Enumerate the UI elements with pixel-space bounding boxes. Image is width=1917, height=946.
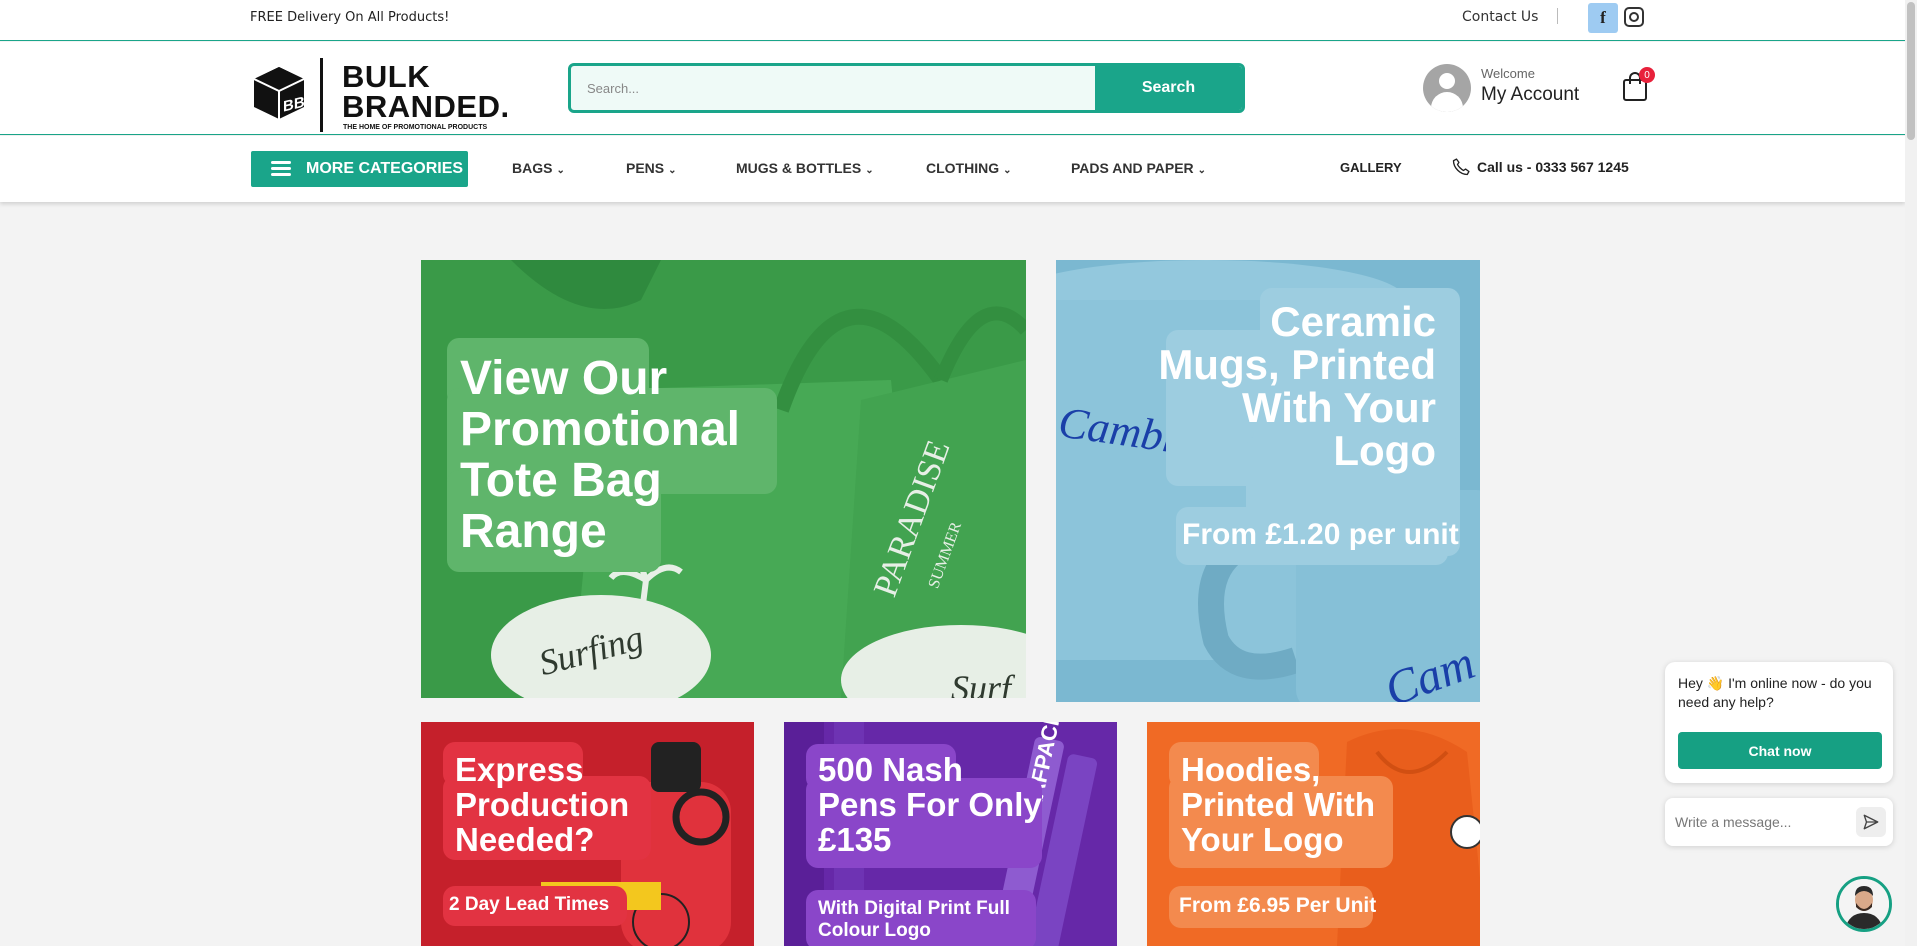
- logo-cube-icon: BB: [253, 67, 305, 119]
- chevron-down-icon: ⌄: [556, 165, 565, 176]
- hoodies-price-text: From £6.95 Per Unit: [1179, 894, 1377, 917]
- chat-input-box: [1665, 798, 1893, 846]
- hamburger-icon: [271, 161, 291, 177]
- instagram-icon[interactable]: [1624, 7, 1644, 27]
- send-icon[interactable]: [1856, 807, 1886, 837]
- chat-now-button[interactable]: Chat now: [1678, 732, 1882, 769]
- nav-item-mugs-bottles[interactable]: MUGS & BOTTLES ⌄: [736, 160, 874, 176]
- chat-popup: Hey 👋 I'm online now - do you need any h…: [1665, 662, 1893, 783]
- search-button[interactable]: Search: [1095, 66, 1242, 110]
- express-banner-heading: Express Production Needed?: [455, 751, 630, 858]
- chevron-down-icon: ⌄: [1197, 165, 1207, 176]
- top-bar: FREE Delivery On All Products! Contact U…: [0, 0, 1905, 41]
- logo-text-line1: BULK: [342, 59, 431, 94]
- chat-message: Hey 👋 I'm online now - do you need any h…: [1678, 675, 1872, 710]
- phone-icon: [1452, 158, 1470, 176]
- express-lead-times: 2 Day Lead Times: [449, 894, 610, 915]
- cart-count-badge: 0: [1639, 67, 1655, 83]
- my-account-text: My Account: [1481, 84, 1580, 105]
- more-categories-label: MORE CATEGORIES: [306, 160, 464, 177]
- site-logo[interactable]: BB BULK BRANDED. THE HOME OF PROMOTIONAL…: [250, 50, 509, 132]
- nav-item-pads-paper[interactable]: PADS AND PAPER ⌄: [1071, 160, 1206, 176]
- chevron-down-icon: ⌄: [1003, 165, 1012, 176]
- hoodies-banner-heading: Hoodies, Printed With Your Logo: [1181, 751, 1376, 858]
- express-production-banner[interactable]: Express Production Needed? 2 Day Lead Ti…: [421, 722, 754, 946]
- mugs-price-text: From £1.20 per unit: [1182, 518, 1459, 551]
- cart-button[interactable]: 0: [1622, 67, 1655, 102]
- free-delivery-text: FREE Delivery On All Products!: [250, 10, 450, 25]
- tote-bag-banner[interactable]: Surfing Surf PARADISE SUMMER View Our Pr…: [421, 260, 1026, 698]
- main-nav: MORE CATEGORIES BAGS ⌄ PENS ⌄ MUGS & BOTTL…: [0, 136, 1905, 202]
- logo-divider: [320, 58, 323, 132]
- chevron-down-icon: ⌄: [668, 165, 677, 176]
- more-categories-button[interactable]: MORE CATEGORIES: [251, 151, 468, 187]
- search-input[interactable]: [571, 66, 1098, 110]
- ceramic-mugs-banner[interactable]: Cambridge Cam Ceramic Mugs, Printed With…: [1056, 260, 1480, 702]
- search-bar: Search: [568, 63, 1245, 113]
- mugs-banner-heading: Ceramic Mugs, Printed With Your Logo: [1158, 298, 1436, 474]
- svg-text:Surf: Surf: [951, 668, 1016, 698]
- site-header: BB BULK BRANDED. THE HOME OF PROMOTIONAL…: [0, 42, 1905, 135]
- chevron-down-icon: ⌄: [865, 165, 874, 176]
- user-avatar-icon: [1423, 64, 1471, 112]
- chat-agent-avatar[interactable]: [1836, 876, 1892, 932]
- logo-text-line2: BRANDED.: [342, 89, 510, 124]
- welcome-text: Welcome: [1481, 66, 1535, 81]
- account-link[interactable]: Welcome My Account: [1423, 64, 1613, 114]
- pens-banner-heading: 500 Nash Pens For Only £135: [818, 751, 1042, 858]
- call-us-text: Call us - 0333 567 1245: [1477, 159, 1629, 175]
- logo-tagline: THE HOME OF PROMOTIONAL PRODUCTS: [343, 124, 488, 131]
- nav-item-pens[interactable]: PENS ⌄: [626, 160, 677, 176]
- tote-banner-heading: View Our Promotional Tote Bag Range: [460, 352, 741, 558]
- nav-item-gallery[interactable]: GALLERY: [1340, 160, 1402, 175]
- call-us-link[interactable]: Call us - 0333 567 1245: [1451, 157, 1629, 177]
- chat-message-input[interactable]: [1675, 806, 1845, 838]
- divider: [1557, 8, 1558, 24]
- hoodies-banner[interactable]: Hoodies, Printed With Your Logo From £6.…: [1147, 722, 1480, 946]
- facebook-icon[interactable]: f: [1588, 3, 1618, 33]
- nav-item-clothing[interactable]: CLOTHING ⌄: [926, 160, 1012, 176]
- nash-pens-banner[interactable]: TRAFPACK 500 Nash Pens For Only £135 Wit…: [784, 722, 1117, 946]
- contact-us-link[interactable]: Contact Us: [1462, 9, 1538, 25]
- nav-item-bags[interactable]: BAGS ⌄: [512, 160, 565, 176]
- page-scrollbar[interactable]: [1905, 0, 1917, 946]
- pens-subtext: With Digital Print Full Colour Logo: [818, 898, 1010, 941]
- scrollbar-thumb[interactable]: [1907, 2, 1915, 140]
